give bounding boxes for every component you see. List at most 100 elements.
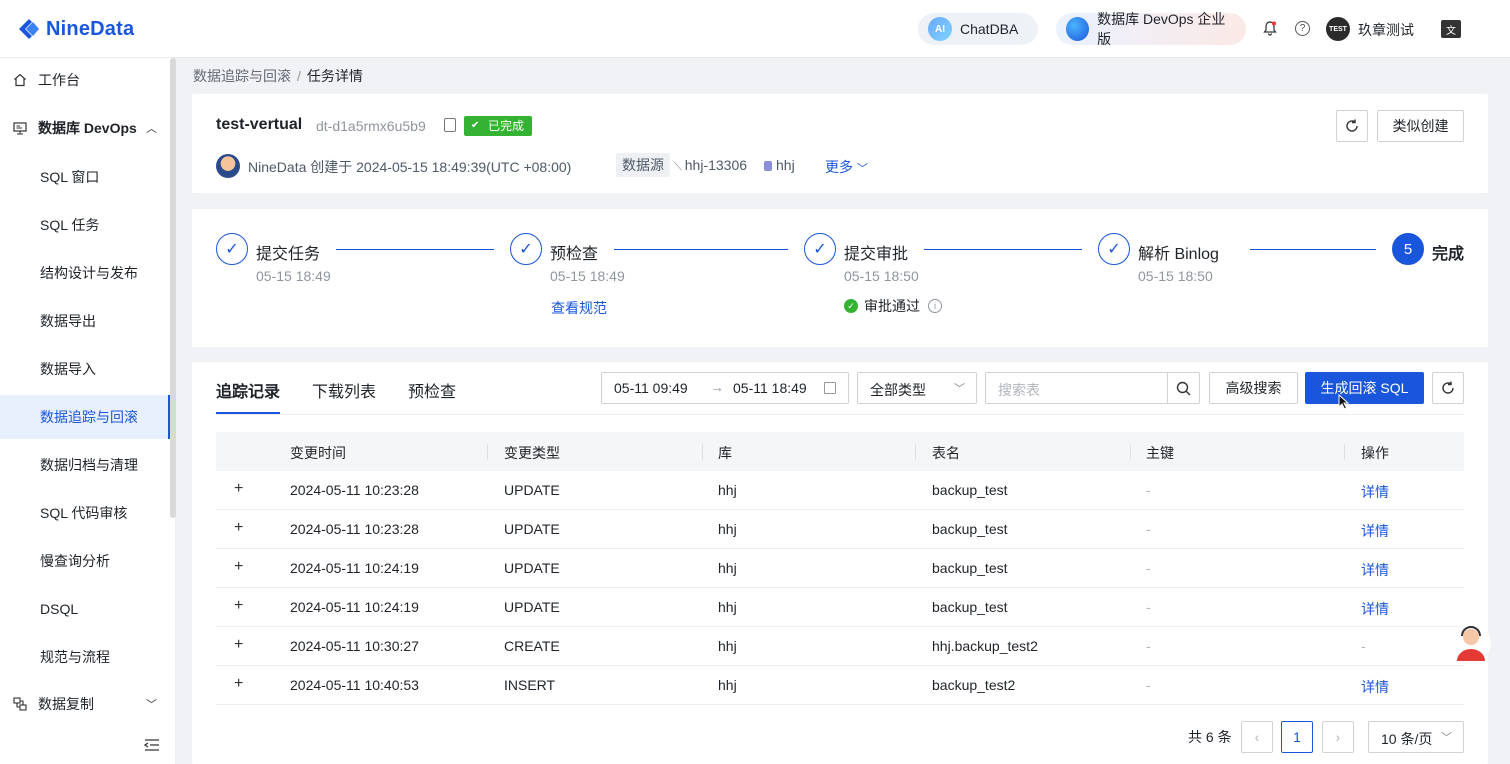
- cell-pk: -: [1146, 677, 1151, 693]
- user-name[interactable]: 玖章测试: [1358, 20, 1414, 40]
- sidebar-item-sql-task[interactable]: SQL 任务: [0, 203, 170, 247]
- expand-row-icon[interactable]: +: [234, 675, 243, 693]
- similar-create-button[interactable]: 类似创建: [1377, 110, 1464, 142]
- sidebar-item-label: 结构设计与发布: [40, 265, 138, 281]
- check-icon: ✓: [1098, 233, 1130, 265]
- sidebar-item-data-archive[interactable]: 数据归档与清理: [0, 443, 170, 487]
- table-row: + 2024-05-11 10:23:28 UPDATE hhj backup_…: [216, 510, 1464, 549]
- more-link[interactable]: 更多 ﹀: [825, 157, 868, 177]
- expand-row-icon[interactable]: +: [234, 558, 243, 576]
- page-size-select[interactable]: 10 条/页 ﹀: [1368, 721, 1464, 753]
- cell-table: backup_test: [932, 521, 1008, 537]
- calendar-icon: [824, 382, 836, 394]
- sidebar-item-label: SQL 窗口: [40, 169, 100, 185]
- table-row: + 2024-05-11 10:24:19 UPDATE hhj backup_…: [216, 549, 1464, 588]
- help-icon[interactable]: ?: [1295, 21, 1310, 36]
- column-divider: [1130, 444, 1131, 460]
- sidebar-item-data-export[interactable]: 数据导出: [0, 299, 170, 343]
- sidebar-item-data-import[interactable]: 数据导入: [0, 347, 170, 391]
- tabs-divider: [216, 414, 1464, 415]
- refresh-button[interactable]: [1336, 110, 1368, 142]
- tab-precheck[interactable]: 预检查: [408, 378, 456, 402]
- change-type-value: 全部类型: [870, 382, 926, 398]
- prev-page-button[interactable]: ‹: [1241, 721, 1273, 753]
- cell-time: 2024-05-11 10:23:28: [290, 482, 419, 498]
- active-tab-indicator: [216, 412, 280, 414]
- detail-link[interactable]: 详情: [1361, 560, 1389, 580]
- info-icon[interactable]: i: [928, 299, 942, 313]
- expand-row-icon[interactable]: +: [234, 636, 243, 654]
- column-divider: [487, 444, 488, 460]
- chevron-down-icon: ﹀: [1441, 732, 1452, 744]
- step-title: 完成: [1432, 246, 1465, 263]
- expand-row-icon[interactable]: +: [234, 480, 243, 498]
- sidebar-item-label: 数据库 DevOps: [38, 120, 137, 136]
- sidebar-item-schema-design[interactable]: 结构设计与发布: [0, 251, 170, 295]
- chevron-left-icon: ‹: [1254, 729, 1260, 745]
- change-type-select[interactable]: 全部类型 ﹀: [857, 372, 977, 404]
- detail-link[interactable]: 详情: [1361, 677, 1389, 697]
- cell-db: hhj: [718, 521, 737, 537]
- detail-link[interactable]: 详情: [1361, 521, 1389, 541]
- refresh-icon: [1346, 119, 1358, 132]
- chatdba-button[interactable]: AI ChatDBA: [918, 13, 1038, 45]
- bell-icon[interactable]: [1262, 20, 1278, 36]
- sidebar-item-sql-review[interactable]: SQL 代码审核: [0, 491, 170, 535]
- avatar[interactable]: TEST: [1326, 17, 1350, 41]
- mouse-cursor-icon: [1338, 394, 1350, 410]
- sidebar-scrollbar[interactable]: [170, 58, 176, 518]
- expand-row-icon[interactable]: +: [234, 597, 243, 615]
- search-input[interactable]: 搜索表: [985, 372, 1168, 404]
- sidebar-item-sql-window[interactable]: SQL 窗口: [0, 155, 170, 199]
- sidebar-item-label: DSQL: [40, 601, 79, 617]
- approval-status: ✓ 审批通过 i: [844, 296, 942, 316]
- step-title: 预检查: [550, 246, 599, 263]
- breadcrumb: 数据追踪与回滚 / 任务详情: [193, 66, 363, 86]
- sidebar-item-workbench[interactable]: 工作台: [0, 58, 170, 102]
- sidebar-item-data-tracking[interactable]: 数据追踪与回滚: [0, 395, 171, 439]
- copy-icon[interactable]: [444, 118, 456, 132]
- step-time: 05-15 18:49: [256, 268, 331, 284]
- arrow-right-icon: →: [710, 379, 724, 395]
- page-title: test-vertual: [216, 116, 303, 133]
- datasource-host[interactable]: ⟍ hhj-13306: [674, 157, 747, 174]
- sidebar-item-data-replication[interactable]: 数据复制 ﹀: [0, 682, 170, 726]
- step-title: 解析 Binlog: [1138, 246, 1219, 263]
- column-header: 操作: [1361, 445, 1389, 461]
- cell-type: UPDATE: [504, 521, 560, 537]
- page-number-button[interactable]: 1: [1281, 721, 1313, 753]
- detail-link[interactable]: 详情: [1361, 482, 1389, 502]
- advanced-search-button[interactable]: 高级搜索: [1209, 372, 1298, 404]
- tab-tracking-records[interactable]: 追踪记录: [216, 378, 280, 402]
- collapse-sidebar-icon[interactable]: [144, 738, 160, 752]
- sidebar-item-devops[interactable]: 数据库 DevOps ︿: [0, 106, 170, 150]
- breadcrumb-parent[interactable]: 数据追踪与回滚: [193, 68, 291, 84]
- language-icon[interactable]: 文: [1441, 20, 1461, 38]
- cell-pk: -: [1146, 482, 1151, 498]
- cell-table: backup_test: [932, 560, 1008, 576]
- tracking-records-card: 追踪记录 下载列表 预检查 05-11 09:49 → 05-11 18:49 …: [192, 362, 1488, 764]
- tab-download-list[interactable]: 下载列表: [312, 378, 376, 402]
- next-page-button[interactable]: ›: [1322, 721, 1354, 753]
- expand-row-icon[interactable]: +: [234, 519, 243, 537]
- search-button[interactable]: [1167, 372, 1200, 404]
- cell-type: UPDATE: [504, 599, 560, 615]
- chevron-down-icon: ﹀: [954, 383, 965, 395]
- table-refresh-button[interactable]: [1432, 372, 1464, 404]
- detail-link[interactable]: 详情: [1361, 599, 1389, 619]
- step-connector: [1250, 249, 1376, 250]
- date-range-picker[interactable]: 05-11 09:49 → 05-11 18:49: [601, 372, 849, 404]
- cell-time: 2024-05-11 10:24:19: [290, 599, 419, 615]
- support-assistant-icon[interactable]: [1451, 621, 1491, 665]
- sidebar-item-rules-flow[interactable]: 规范与流程: [0, 635, 170, 679]
- sidebar-item-label: 数据追踪与回滚: [40, 409, 138, 425]
- sidebar-item-dsql[interactable]: DSQL: [0, 587, 170, 631]
- sidebar-item-slow-query[interactable]: 慢查询分析: [0, 539, 170, 583]
- logo[interactable]: NineData: [16, 14, 134, 44]
- generate-rollback-sql-button[interactable]: 生成回滚 SQL: [1305, 372, 1424, 404]
- view-rules-link[interactable]: 查看规范: [551, 298, 607, 318]
- cell-table: backup_test: [932, 599, 1008, 615]
- table-row: + 2024-05-11 10:24:19 UPDATE hhj backup_…: [216, 588, 1464, 627]
- edition-button[interactable]: 数据库 DevOps 企业版: [1056, 11, 1246, 47]
- column-header: 表名: [932, 445, 960, 461]
